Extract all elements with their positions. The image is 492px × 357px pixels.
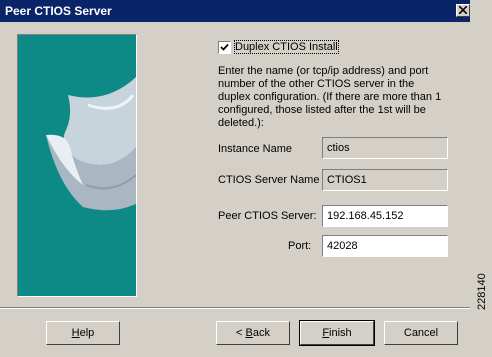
back-button-prefix: < — [236, 327, 246, 339]
instance-name-label: Instance Name — [218, 143, 292, 155]
help-button-label: elp — [79, 327, 95, 339]
button-divider — [0, 307, 470, 309]
ctios-server-name-field: CTIOS1 — [322, 169, 448, 191]
back-button-mnemonic: B — [245, 327, 253, 339]
close-icon — [459, 6, 467, 14]
window-title: Peer CTIOS Server — [5, 4, 112, 18]
close-button[interactable] — [456, 4, 470, 17]
figure-number: 228140 — [476, 273, 488, 310]
title-bar: Peer CTIOS Server — [0, 0, 470, 22]
help-button[interactable]: Help — [46, 321, 120, 345]
finish-button[interactable]: Finish — [299, 320, 375, 346]
instructions-text: Enter the name (or tcp/ip address) and p… — [218, 65, 442, 129]
wizard-illustration — [17, 34, 137, 297]
cancel-button[interactable]: Cancel — [384, 321, 458, 345]
finish-button-label: inish — [329, 327, 352, 339]
checkmark-icon — [220, 43, 229, 51]
peer-ctios-server-label: Peer CTIOS Server: — [218, 210, 317, 222]
peer-ctios-server-input[interactable]: 192.168.45.152 — [322, 205, 448, 227]
instance-name-field: ctios — [322, 137, 448, 159]
port-input[interactable]: 42028 — [322, 235, 448, 257]
duplex-checkbox-label[interactable]: Duplex CTIOS Install — [234, 40, 339, 54]
back-button-label: ack — [252, 327, 270, 339]
ctios-server-name-label: CTIOS Server Name — [218, 174, 320, 186]
back-button[interactable]: < Back — [216, 321, 290, 345]
duplex-checkbox[interactable] — [218, 41, 231, 54]
help-button-mnemonic: H — [71, 327, 80, 339]
port-label: Port: — [288, 240, 312, 252]
